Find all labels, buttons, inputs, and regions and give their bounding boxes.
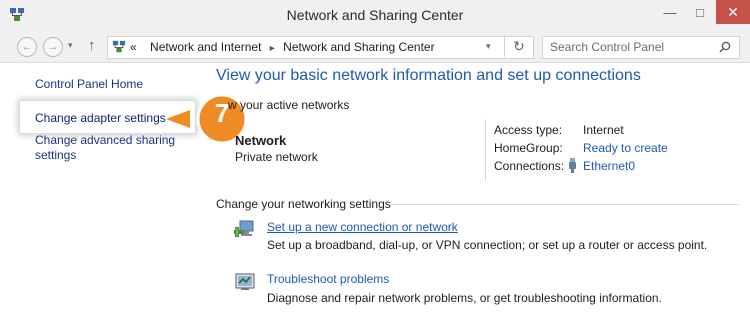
setup-new-connection-description: Set up a broadband, dial-up, or VPN conn… xyxy=(267,238,708,252)
navigation-bar: ← → ▾ ↑ « Network and Internet ▸ Network… xyxy=(0,32,750,63)
page-title: View your basic network information and … xyxy=(216,67,641,84)
troubleshoot-problems-link[interactable]: Troubleshoot problems xyxy=(267,272,389,286)
search-icon[interactable] xyxy=(719,41,731,53)
recent-locations-chevron-down-icon[interactable]: ▾ xyxy=(68,40,73,51)
setup-new-connection-link[interactable]: Set up a new connection or network xyxy=(267,220,458,234)
divider xyxy=(390,204,740,205)
homegroup-link[interactable]: Ready to create xyxy=(583,141,668,155)
new-connection-icon xyxy=(234,220,254,237)
troubleshoot-icon xyxy=(235,273,255,290)
main-content: View your basic network information and … xyxy=(200,63,750,330)
sidebar-item-change-adapter-settings[interactable]: Change adapter settings xyxy=(35,111,166,126)
breadcrumb-separator xyxy=(140,43,150,54)
connections-label: Connections: xyxy=(494,159,565,173)
address-bar[interactable]: « Network and Internet ▸ Network and Sha… xyxy=(107,36,534,59)
breadcrumb-separator-icon[interactable]: ▸ xyxy=(265,43,280,54)
ethernet-connection-link[interactable]: Ethernet0 xyxy=(583,159,635,173)
up-button[interactable]: ↑ xyxy=(88,37,96,54)
sidebar-item-control-panel-home[interactable]: Control Panel Home xyxy=(35,77,143,92)
close-button[interactable]: ✕ xyxy=(716,0,750,24)
breadcrumb: « Network and Internet ▸ Network and Sha… xyxy=(130,40,435,54)
breadcrumb-network-and-sharing-center[interactable]: Network and Sharing Center xyxy=(283,40,434,54)
network-center-icon xyxy=(112,40,126,53)
section-title: Change your networking settings xyxy=(216,197,391,211)
address-history-chevron-down-icon[interactable]: ▾ xyxy=(486,41,491,52)
troubleshoot-description: Diagnose and repair network problems, or… xyxy=(267,291,662,305)
access-type-value: Internet xyxy=(583,123,624,137)
breadcrumb-network-and-internet[interactable]: Network and Internet xyxy=(150,40,261,54)
search-input[interactable] xyxy=(543,37,715,56)
homegroup-label: HomeGroup: xyxy=(494,141,563,155)
network-sharing-center-window: Network and Sharing Center — □ ✕ ← → ▾ ↑… xyxy=(0,0,750,330)
divider xyxy=(485,119,486,181)
search-box xyxy=(542,36,740,59)
network-type: Private network xyxy=(235,150,318,164)
access-type-label: Access type: xyxy=(494,123,563,137)
title-bar: Network and Sharing Center — □ ✕ xyxy=(0,0,750,33)
window-title: Network and Sharing Center xyxy=(286,7,464,23)
network-name: Network xyxy=(235,133,287,148)
active-networks-label: w your active networks xyxy=(228,98,350,112)
ethernet-icon xyxy=(569,158,576,173)
refresh-button[interactable]: ↻ xyxy=(504,36,533,57)
maximize-button[interactable]: □ xyxy=(686,0,714,24)
minimize-button[interactable]: — xyxy=(656,0,684,24)
back-button[interactable]: ← xyxy=(17,37,37,57)
breadcrumb-overflow[interactable]: « xyxy=(130,40,137,54)
forward-button[interactable]: → xyxy=(43,37,63,57)
